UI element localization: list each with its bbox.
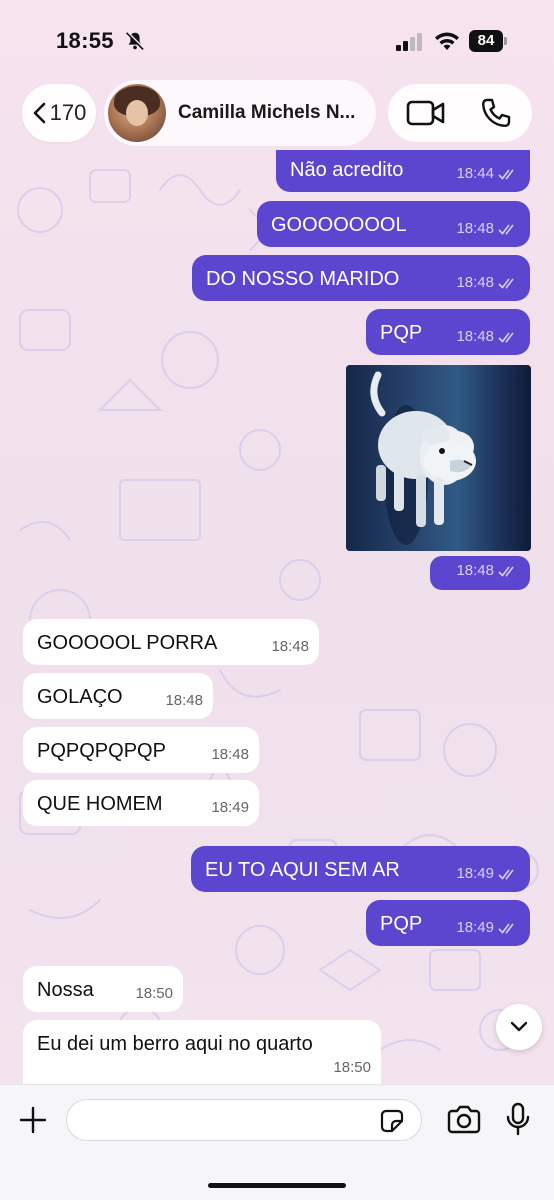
message-time: 18:48: [456, 220, 494, 237]
message-text: PQP: [380, 322, 423, 344]
message-time: 18:50: [333, 1059, 371, 1076]
contact-info-button[interactable]: Camilla Michels N...: [104, 80, 376, 146]
read-receipt-icon: [498, 923, 514, 934]
message-text: GOLAÇO: [37, 686, 123, 708]
message-meta: 18:50: [135, 982, 173, 1006]
mute-bell-icon: [126, 31, 145, 50]
message-meta: 18:49: [456, 862, 520, 886]
message-input[interactable]: [66, 1099, 422, 1141]
message-time: 18:48: [456, 328, 494, 345]
battery-indicator: 84: [469, 30, 507, 52]
message-text: Eu dei um berro aqui no quarto: [37, 1033, 313, 1055]
message-time: 18:48: [456, 562, 494, 579]
message-time: 18:49: [211, 799, 249, 816]
message-time: 18:48: [271, 638, 309, 655]
phone-call-icon[interactable]: [480, 97, 512, 129]
read-receipt-icon: [498, 169, 514, 180]
read-receipt-icon: [498, 869, 514, 880]
home-indicator: [208, 1183, 346, 1188]
avatar[interactable]: [108, 84, 166, 142]
message-meta: 18:48: [456, 217, 520, 241]
message-meta: 18:48: [456, 325, 520, 349]
read-receipt-icon: [498, 224, 514, 235]
wifi-icon: [435, 32, 459, 50]
message-bubble-outgoing[interactable]: PQP 18:49: [366, 900, 530, 946]
message-meta: 18:48: [211, 743, 249, 767]
back-button[interactable]: 170: [22, 84, 96, 142]
message-meta: 18:49: [456, 916, 520, 940]
message-meta: 18:48: [271, 635, 309, 659]
microphone-icon[interactable]: [506, 1102, 530, 1136]
status-bar: 18:55 84: [0, 0, 554, 80]
status-time: 18:55: [56, 28, 114, 53]
message-time: 18:48: [211, 746, 249, 763]
sticker-icon[interactable]: [378, 1107, 406, 1135]
avatar-face: [126, 100, 148, 126]
image-caption-time: 18:48: [430, 556, 530, 590]
battery-level: 84: [469, 30, 503, 52]
message-time: 18:44: [456, 165, 494, 182]
message-time: 18:48: [456, 274, 494, 291]
battery-cap: [504, 37, 507, 45]
message-bubble-incoming[interactable]: GOLAÇO 18:48: [23, 673, 213, 719]
back-chevron-icon: [33, 102, 45, 124]
message-time: 18:49: [456, 865, 494, 882]
chat-header: 170 Camilla Michels N...: [0, 80, 554, 150]
message-time: 18:50: [135, 985, 173, 1002]
read-receipt-icon: [498, 566, 514, 577]
message-meta: 18:44: [456, 162, 520, 186]
message-bubble-outgoing[interactable]: PQP 18:48: [366, 309, 530, 355]
message-bubble-incoming[interactable]: Eu dei um berro aqui no quarto 18:50: [23, 1020, 381, 1084]
message-text: Não acredito: [290, 159, 404, 181]
image-message[interactable]: [346, 365, 531, 551]
message-bubble-incoming[interactable]: QUE HOMEM 18:49: [23, 780, 259, 826]
dog-photo: [370, 371, 476, 545]
scroll-down-icon: [510, 1021, 528, 1032]
read-receipt-icon: [498, 278, 514, 289]
video-call-icon[interactable]: [406, 98, 446, 128]
scroll-down-button[interactable]: [496, 1004, 542, 1050]
message-time: 18:48: [165, 692, 203, 709]
unread-count: 170: [49, 100, 87, 125]
message-bubble-outgoing[interactable]: DO NOSSO MARIDO 18:48: [192, 255, 530, 301]
message-text: PQP: [380, 913, 423, 935]
message-bubble-outgoing[interactable]: GOOOOOOOL 18:48: [257, 201, 530, 247]
message-text: GOOOOOOOL: [271, 214, 407, 236]
message-text: PQPQPQPQP: [37, 740, 166, 762]
message-text: EU TO AQUI SEM AR: [205, 859, 400, 881]
message-meta: 18:48: [456, 271, 520, 295]
plus-icon[interactable]: [18, 1105, 48, 1135]
message-meta: 18:48: [456, 559, 520, 583]
camera-icon[interactable]: [446, 1105, 482, 1135]
message-text: Nossa: [37, 979, 94, 1001]
message-text: DO NOSSO MARIDO: [206, 268, 400, 290]
message-bubble-incoming[interactable]: GOOOOOL PORRA 18:48: [23, 619, 319, 665]
read-receipt-icon: [498, 332, 514, 343]
message-bubble-incoming[interactable]: PQPQPQPQP 18:48: [23, 727, 259, 773]
message-text: QUE HOMEM: [37, 793, 163, 815]
message-bubble-outgoing[interactable]: EU TO AQUI SEM AR 18:49: [191, 846, 530, 892]
signal-icon: [396, 33, 422, 51]
message-text: GOOOOOL PORRA: [37, 632, 218, 654]
message-meta: 18:49: [211, 796, 249, 820]
message-meta: 18:48: [165, 689, 203, 713]
message-meta: 18:50: [333, 1056, 371, 1080]
call-actions: [388, 84, 532, 142]
message-bubble-outgoing[interactable]: Não acredito 18:44: [276, 150, 530, 192]
contact-name: Camilla Michels N...: [178, 102, 356, 123]
message-time: 18:49: [456, 919, 494, 936]
message-bubble-incoming[interactable]: Nossa 18:50: [23, 966, 183, 1012]
